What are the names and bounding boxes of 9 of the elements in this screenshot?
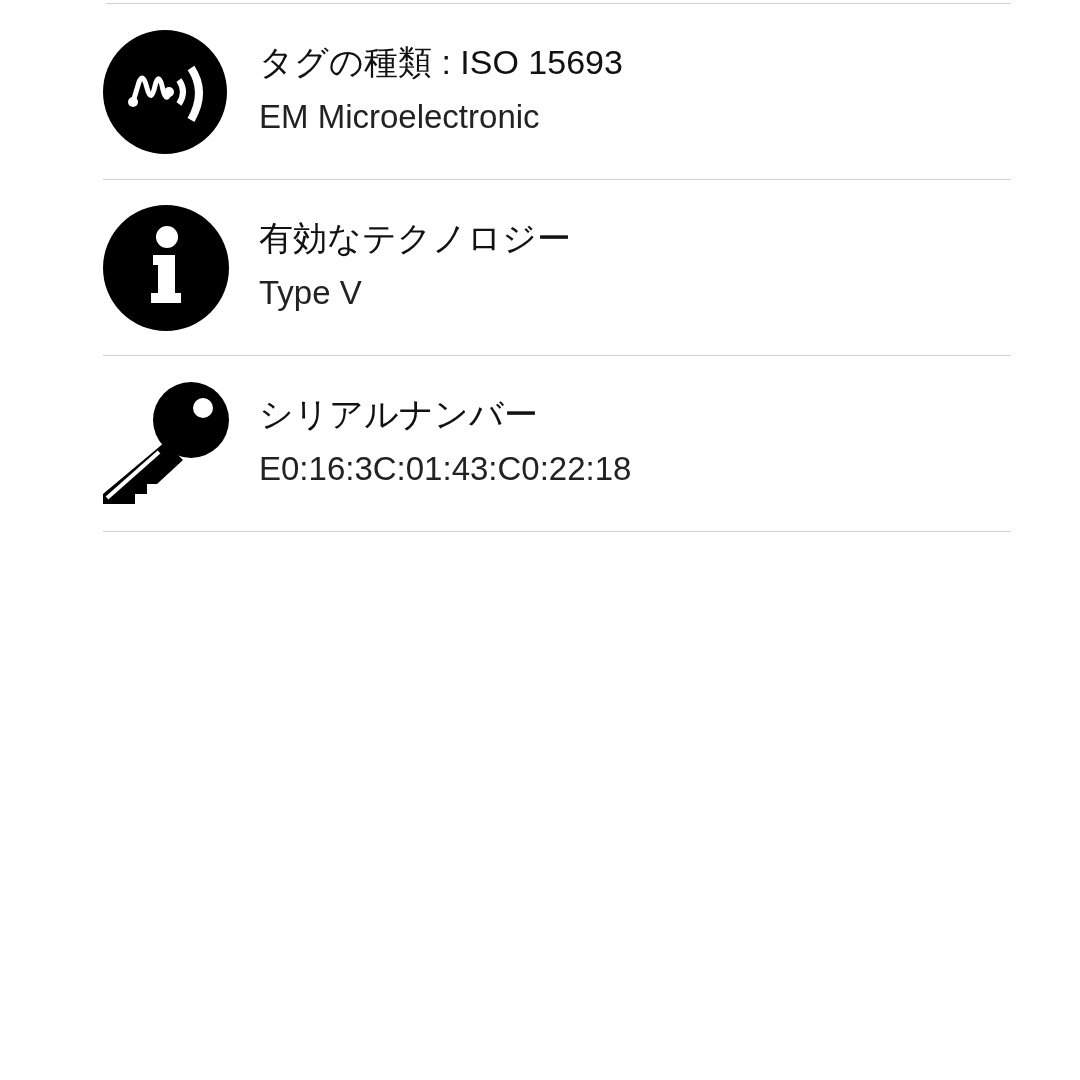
row-title: 有効なテクノロジー xyxy=(259,217,571,259)
row-subtitle: E0:16:3C:01:43:C0:22:18 xyxy=(259,448,632,489)
row-subtitle: Type V xyxy=(259,272,363,313)
row-title: タグの種類 : ISO 15693 xyxy=(259,41,623,83)
nfc-signal-icon xyxy=(103,29,227,154)
row-title: シリアルナンバー xyxy=(259,393,539,435)
info-icon xyxy=(103,204,229,331)
key-icon xyxy=(103,381,229,506)
row-subtitle: EM Microelectronic xyxy=(259,96,541,137)
